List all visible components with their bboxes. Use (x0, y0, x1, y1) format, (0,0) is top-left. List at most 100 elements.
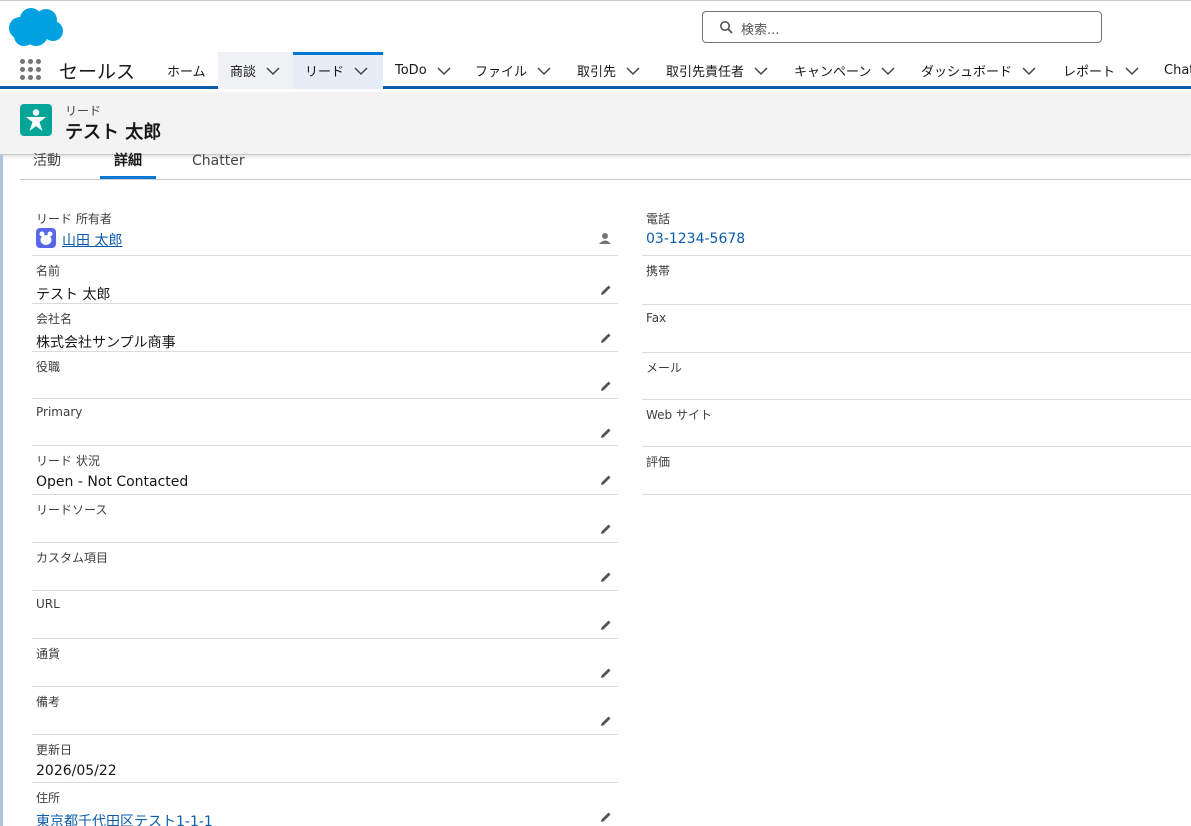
field-label: 電話 (646, 212, 671, 226)
nav-item-opportunities[interactable]: 商談 (218, 52, 293, 89)
nav-item-dashboards[interactable]: ダッシュボード (909, 52, 1051, 89)
field-value: テスト 太郎 (36, 287, 111, 303)
nav-item-campaigns[interactable]: キャンペーン (782, 52, 909, 89)
search-icon (720, 21, 733, 34)
tab-details[interactable]: 詳細 (100, 154, 156, 179)
app-launcher-icon[interactable] (20, 59, 42, 81)
field-last-modified: 更新日 2026/05/22 (32, 735, 618, 783)
field-company: 会社名 株式会社サンプル商事 (32, 304, 618, 352)
chevron-down-icon[interactable] (266, 66, 280, 76)
field-lead-source: リードソース (32, 495, 618, 543)
lead-icon (20, 104, 52, 136)
owner-name-link[interactable]: 山田 太郎 (62, 230, 122, 250)
nav-item-label: レポート (1063, 65, 1116, 80)
field-label: 通貨 (36, 647, 61, 661)
field-label: カスタム項目 (36, 551, 109, 565)
field-label: 役職 (36, 360, 61, 374)
change-owner-icon[interactable] (598, 232, 612, 244)
nav-item-label: Chat (1164, 63, 1191, 78)
nav-item-label: キャンペーン (794, 65, 872, 80)
field-website: Web サイト (642, 400, 1191, 447)
nav-item-chatter[interactable]: Chat (1152, 52, 1191, 89)
chevron-down-icon[interactable] (754, 66, 768, 76)
record-title: テスト 太郎 (65, 122, 162, 143)
global-search-input[interactable]: 検索... (702, 11, 1102, 43)
chevron-down-icon[interactable] (354, 66, 368, 76)
field-value: Open - Not Contacted (36, 474, 189, 490)
chevron-down-icon[interactable] (537, 66, 551, 76)
field-label: URL (36, 597, 60, 611)
edit-pencil-icon[interactable] (600, 427, 612, 439)
edit-pencil-icon[interactable] (600, 619, 612, 631)
chevron-down-icon[interactable] (1022, 66, 1036, 76)
edit-pencil-icon[interactable] (600, 523, 612, 535)
field-label: 評価 (646, 455, 671, 469)
nav-item-accounts[interactable]: 取引先 (565, 52, 654, 89)
field-name: 名前 テスト 太郎 (32, 256, 618, 304)
field-primary: Primary (32, 399, 618, 446)
field-rating: 評価 (642, 447, 1191, 495)
nav-item-label: ファイル (475, 65, 528, 80)
nav-item-label: 取引先責任者 (666, 65, 745, 80)
nav-item-label: ホーム (167, 65, 206, 80)
field-currency: 通貨 (32, 639, 618, 687)
nav-item-todo[interactable]: ToDo (383, 52, 463, 89)
field-label: リード 所有者 (36, 212, 112, 226)
nav-item-home[interactable]: ホーム (155, 52, 218, 89)
field-label: メール (646, 361, 683, 375)
field-label: リード 状況 (36, 454, 100, 468)
edit-pencil-icon[interactable] (600, 571, 612, 583)
nav-item-leads[interactable]: リード (293, 52, 383, 89)
field-label: 名前 (36, 264, 61, 278)
chevron-down-icon[interactable] (626, 66, 640, 76)
edit-pencil-icon[interactable] (600, 284, 612, 296)
left-divider (0, 155, 3, 826)
app-name: セールス (59, 61, 136, 83)
record-object-label: リード (65, 104, 102, 118)
navigation-bar: セールス ホーム 商談 リード ToDo ファイル 取引先 取引先責任者 キャン… (0, 52, 1191, 89)
field-value: 2026/05/22 (36, 763, 117, 779)
record-header: リード テスト 太郎 (0, 92, 1191, 155)
nav-item-label: リード (305, 65, 345, 80)
edit-pencil-icon[interactable] (600, 715, 612, 727)
field-label: リードソース (36, 503, 108, 517)
chevron-down-icon[interactable] (437, 66, 451, 76)
edit-pencil-icon[interactable] (600, 380, 612, 392)
field-address: 住所 東京都千代田区テスト1-1-1 (32, 783, 618, 826)
field-label: Primary (36, 405, 83, 419)
field-fax: Fax (642, 305, 1191, 353)
nav-item-reports[interactable]: レポート (1051, 52, 1152, 89)
tab-activity[interactable]: 活動 (33, 154, 67, 179)
edit-pencil-icon[interactable] (600, 474, 612, 486)
field-title: 役職 (32, 352, 618, 399)
edit-pencil-icon[interactable] (600, 811, 612, 823)
field-label: 住所 (36, 791, 61, 805)
address-link[interactable]: 東京都千代田区テスト1-1-1 (36, 811, 213, 826)
chevron-down-icon[interactable] (1125, 66, 1139, 76)
edit-pencil-icon[interactable] (600, 332, 612, 344)
record-tabs: 活動 詳細 Chatter (20, 154, 1191, 180)
field-email: メール (642, 353, 1191, 400)
field-value: 株式会社サンプル商事 (36, 335, 176, 351)
global-header: 検索... (0, 0, 1191, 52)
edit-pencil-icon[interactable] (600, 667, 612, 679)
field-label: 備考 (36, 695, 61, 709)
nav-item-label: ダッシュボード (921, 65, 1013, 80)
tab-chatter[interactable]: Chatter (192, 154, 252, 179)
nav-item-label: 取引先 (577, 65, 617, 80)
nav-item-contacts[interactable]: 取引先責任者 (654, 52, 782, 89)
nav-item-label: 商談 (230, 65, 257, 80)
user-avatar (36, 228, 56, 248)
nav-item-files[interactable]: ファイル (463, 52, 565, 89)
field-label: 更新日 (36, 743, 73, 757)
chevron-down-icon[interactable] (881, 66, 895, 76)
nav-item-label: ToDo (395, 63, 427, 78)
field-lead-status: リード 状況 Open - Not Contacted (32, 446, 618, 495)
field-label: 携帯 (646, 264, 671, 278)
phone-link[interactable]: 03-1234-5678 (646, 231, 745, 247)
field-phone: 電話 03-1234-5678 (642, 204, 1191, 256)
salesforce-logo[interactable] (6, 6, 66, 48)
field-mobile: 携帯 (642, 256, 1191, 305)
field-label: Fax (646, 311, 667, 325)
field-url: URL (32, 591, 618, 639)
